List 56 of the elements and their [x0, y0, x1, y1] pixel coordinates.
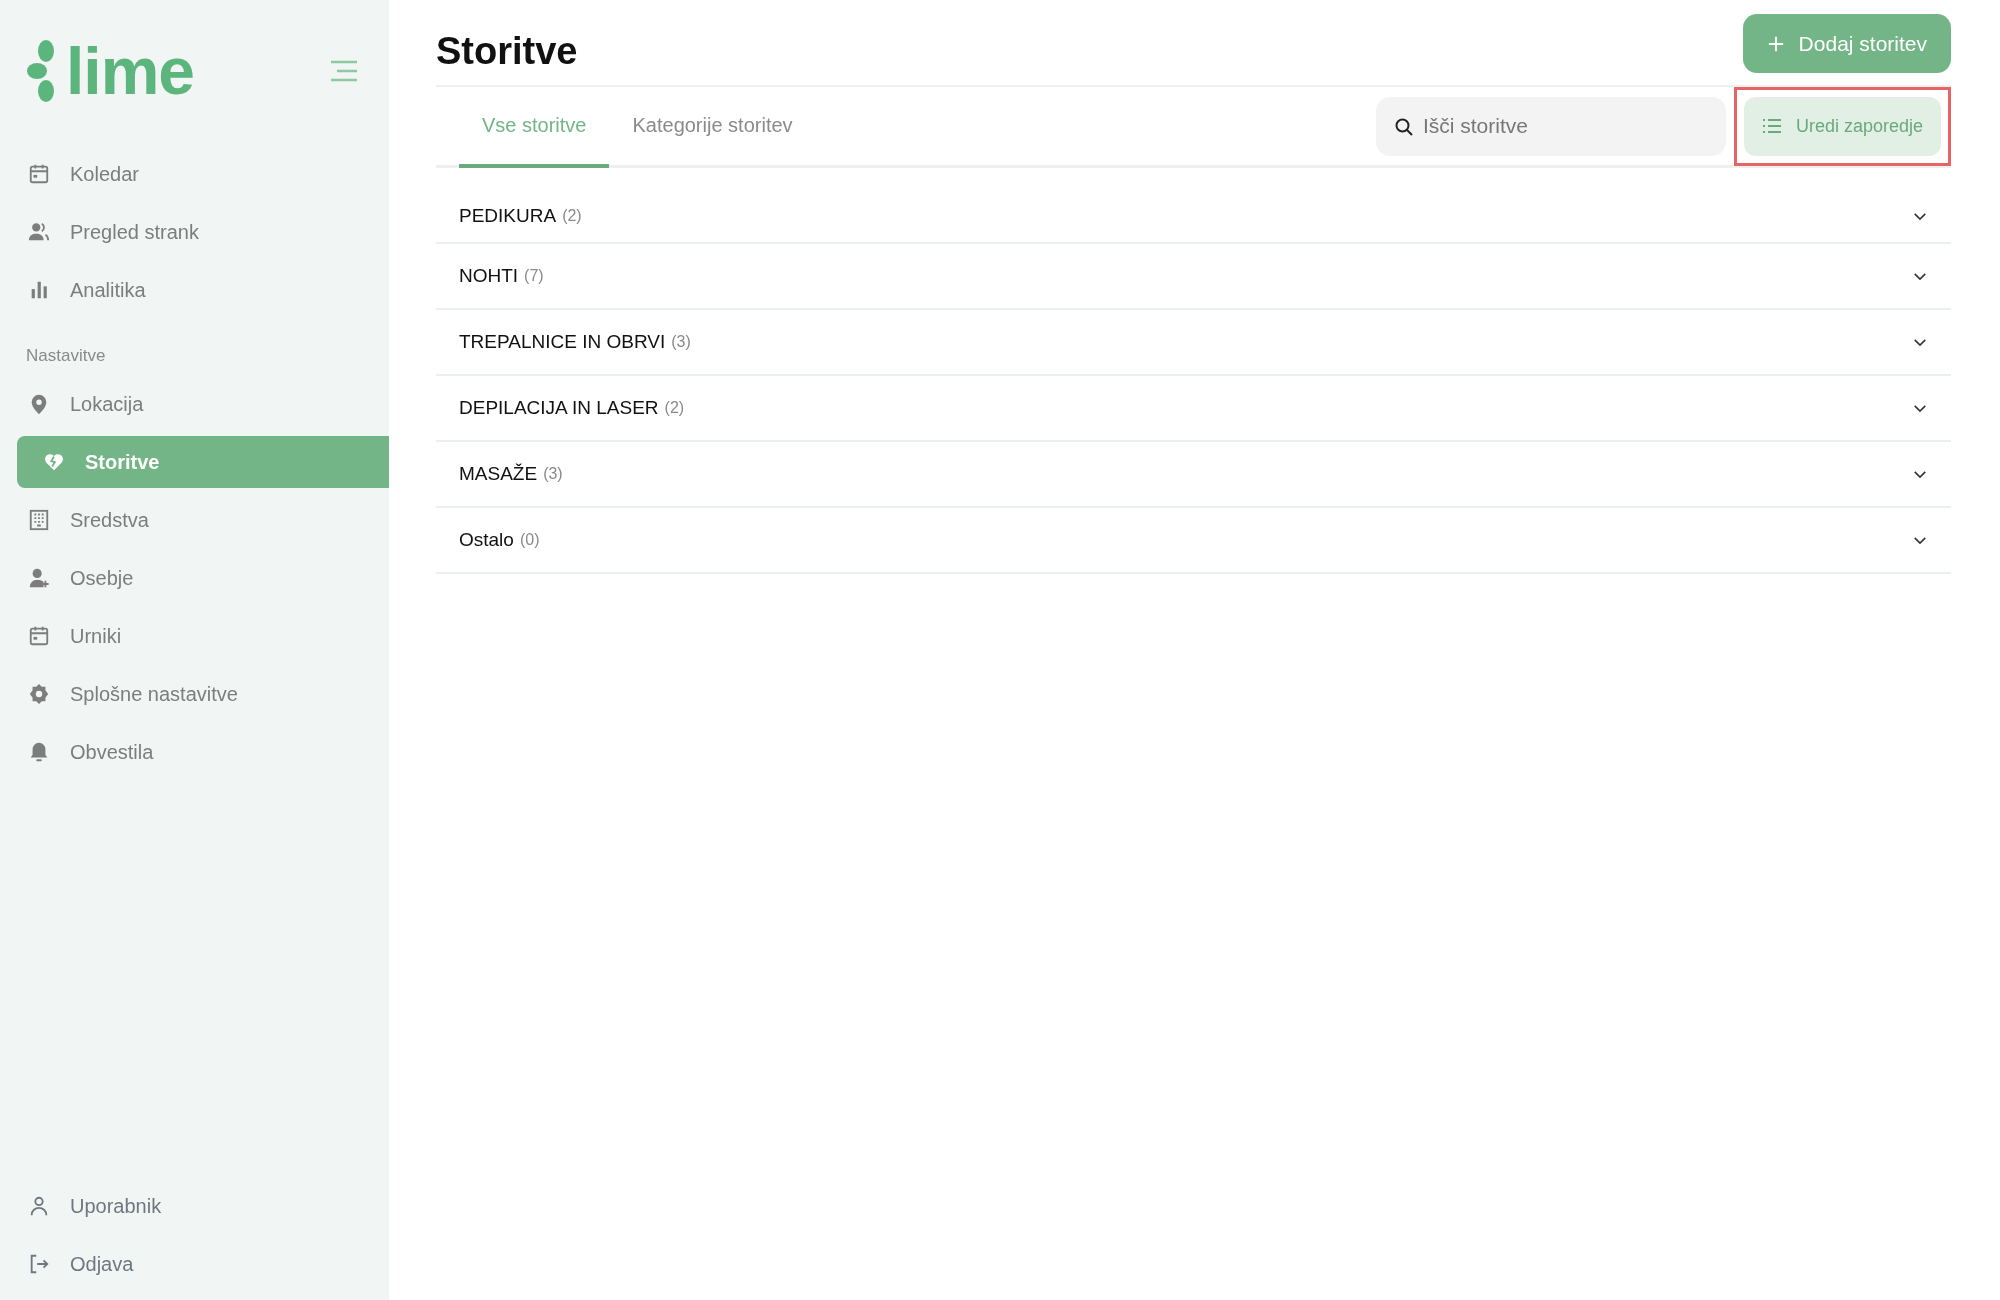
- category-row[interactable]: PEDIKURA (2): [436, 190, 1951, 244]
- nav-item[interactable]: Splošne nastavitve: [0, 668, 389, 720]
- calendar-icon: [28, 625, 50, 647]
- chevron-down-icon[interactable]: [1913, 469, 1927, 479]
- search-icon: [1393, 116, 1414, 137]
- logout-icon: [28, 1253, 50, 1275]
- category-row[interactable]: DEPILACIJA IN LASER (2): [436, 376, 1951, 442]
- bell-icon: [28, 741, 50, 763]
- logo-wordmark: lime: [66, 38, 195, 104]
- category-name: MASAŽE: [459, 463, 538, 485]
- category-name: PEDIKURA: [459, 205, 557, 227]
- users-icon: [28, 221, 50, 243]
- building-icon: [28, 509, 50, 531]
- nav-item[interactable]: Storitve: [17, 436, 389, 488]
- nav-item[interactable]: Sredstva: [0, 494, 389, 546]
- category-row[interactable]: TREPALNICE IN OBRVI (3): [436, 310, 1951, 376]
- search-field[interactable]: Išči storitve: [1375, 96, 1726, 156]
- nav-item[interactable]: Odjava: [0, 1238, 389, 1290]
- settings-icon: [28, 683, 50, 705]
- category-name: Ostalo: [459, 529, 514, 551]
- category-name: NOHTI: [459, 265, 519, 287]
- nav-item[interactable]: Urniki: [0, 610, 389, 662]
- chevron-down-icon[interactable]: [1913, 211, 1927, 221]
- category-count: (3): [671, 333, 692, 351]
- nav-item[interactable]: Pregled strank: [0, 206, 389, 258]
- category-row[interactable]: NOHTI (7): [436, 244, 1951, 310]
- nav-item[interactable]: Obvestila: [0, 726, 389, 778]
- page-title: Storitve: [436, 30, 578, 73]
- nav-item[interactable]: Uporabnik: [0, 1180, 389, 1232]
- category-row[interactable]: Ostalo (0): [436, 508, 1951, 574]
- chevron-down-icon[interactable]: [1913, 403, 1927, 413]
- category-count: (3): [543, 465, 564, 483]
- category-name: TREPALNICE IN OBRVI: [459, 331, 666, 353]
- nav-item[interactable]: Koledar: [0, 148, 389, 200]
- category-count: (2): [664, 399, 686, 417]
- nav-item[interactable]: Osebje: [0, 552, 389, 604]
- chevron-down-icon[interactable]: [1913, 535, 1927, 545]
- reorder-button[interactable]: Uredi zaporedje: [1743, 96, 1941, 156]
- user-plus-icon: [28, 567, 50, 589]
- user-icon: [28, 1195, 50, 1217]
- category-count: (7): [524, 267, 545, 285]
- category-row[interactable]: MASAŽE (3): [436, 442, 1951, 508]
- category-count: (2): [562, 207, 583, 225]
- tab[interactable]: Vse storitve: [459, 87, 610, 168]
- add-service-button[interactable]: Dodaj storitev: [1742, 14, 1951, 73]
- chevron-down-icon[interactable]: [1913, 271, 1927, 281]
- plus-icon: [1766, 34, 1785, 53]
- chevron-down-icon[interactable]: [1913, 337, 1927, 347]
- nav-item[interactable]: Analitika: [0, 264, 389, 316]
- list-icon: [1761, 118, 1782, 134]
- tab[interactable]: Kategorije storitev: [609, 87, 816, 168]
- section-title: Nastavitve: [25, 345, 107, 367]
- nav-item[interactable]: Lokacija: [0, 378, 389, 430]
- category-name: DEPILACIJA IN LASER: [459, 397, 659, 419]
- calendar-icon: [28, 163, 50, 185]
- category-count: (0): [519, 531, 541, 549]
